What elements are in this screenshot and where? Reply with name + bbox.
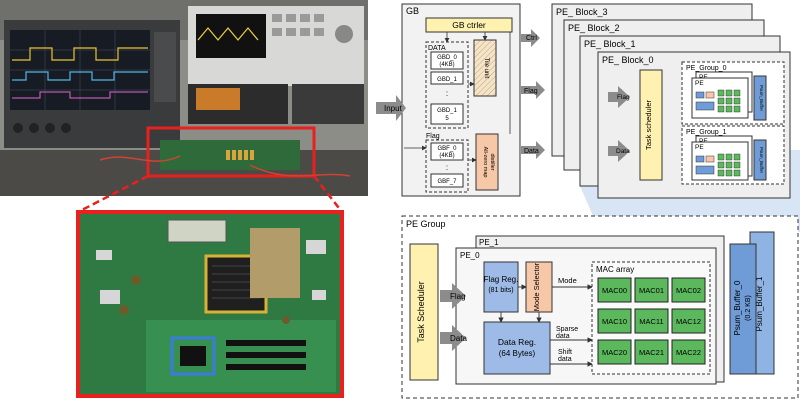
gb-ctrler-label: GB ctrler	[452, 20, 486, 30]
block-flag-label: Flag	[617, 94, 630, 101]
block-task-scheduler-label: Task scheduler	[644, 99, 653, 150]
ctrl-label: Ctrl	[526, 35, 537, 42]
architecture-diagram: GB GB ctrler DATA GBD_0 (4KB) GBD_1 : GB…	[376, 3, 800, 399]
gbd-data-label: DATA	[428, 45, 446, 52]
mac-grid: MAC00 MAC01 MAC02 MAC10 MAC11 MAC12 MAC20 MAC21…	[597, 277, 706, 365]
gbd15-label: GBD_1	[437, 108, 457, 114]
gbf-dots: :	[446, 163, 448, 172]
flag-reg-label: Flag Reg.	[484, 275, 519, 284]
flag-label: Flag	[524, 88, 538, 95]
shift-data-label-b: data	[558, 356, 572, 363]
pe-block-0-label: PE_ Block_0	[602, 55, 654, 65]
mac-cell-label: MAC10	[602, 317, 627, 326]
data-label: Data	[524, 148, 539, 155]
mac-cell-label: MAC11	[639, 317, 663, 326]
gbf7-label: GBF_7	[437, 179, 457, 185]
gbd0-label: GBD_0	[437, 55, 457, 61]
shift-data-label: Shift	[558, 349, 572, 356]
mode-selector-label: Mode Selector	[532, 262, 541, 311]
mac-cell-label: MAC12	[676, 317, 701, 326]
pe-group-0-pe-label: PE	[695, 80, 704, 87]
gbd-dots: :	[446, 89, 448, 98]
pe-block-2-label: PE_ Block_2	[568, 23, 620, 33]
input-label: Input	[384, 104, 403, 113]
sparse-data-label-b: data	[556, 333, 570, 340]
gb-title: GB	[406, 6, 419, 16]
detail-flag-label: Flag	[450, 292, 466, 301]
gbd0-size: (4KB)	[439, 62, 454, 68]
pe-block-3-label: PE_ Block_3	[556, 7, 608, 17]
pe0-label: PE_0	[460, 251, 480, 260]
gbf-flag-label: Flag	[426, 133, 440, 140]
flag-reg-size: (81 bits)	[488, 287, 513, 294]
detail-data-label: Data	[450, 334, 467, 343]
block-data-label: Data	[616, 148, 630, 155]
pe-group-1-pe-label: PE	[695, 144, 704, 151]
zero-map-label: All-zero map	[482, 147, 488, 178]
zero-map-label-b: distiller	[489, 153, 495, 170]
mac-cell-label: MAC22	[676, 348, 701, 357]
pe-block-1-label: PE_ Block_1	[584, 39, 636, 49]
data-reg-label: Data Reg.	[498, 337, 536, 347]
mac-cell-label: MAC00	[602, 286, 627, 295]
mac-cell-label: MAC01	[639, 286, 664, 295]
gbf0-label: GBF_0	[437, 146, 457, 152]
sparse-data-label: Sparse	[556, 326, 578, 333]
tile-unit-label: Tile unit	[483, 58, 489, 79]
gbf0-size: (4KB)	[439, 153, 454, 159]
task-scheduler-label: Task Scheduler	[416, 281, 426, 343]
pe-group-0-psum: Psum_Buffer	[759, 85, 764, 111]
mac-cell-label: MAC02	[676, 286, 701, 295]
pe-group-0-label: PE_Group_0	[686, 65, 727, 72]
gbd1-label: GBD_1	[437, 77, 457, 83]
psum-buffer-0-label: Psum_Buffer_0	[733, 280, 742, 336]
mac-cell-label: MAC21	[639, 348, 664, 357]
pe1-label: PE_1	[479, 238, 499, 247]
mode-label: Mode	[558, 276, 577, 285]
pe-group-1-label: PE_Group_1	[686, 129, 727, 136]
mac-cell-label: MAC20	[602, 348, 627, 357]
gb-block	[401, 3, 521, 197]
pe-group-title: PE Group	[406, 219, 446, 229]
psum-buffer-0-size: (0.2 KB)	[745, 295, 752, 321]
mac-array-label: MAC array	[596, 265, 634, 274]
data-reg-size: (64 Bytes)	[499, 349, 536, 358]
pe-group-1-psum: Psum_Buffer	[759, 147, 764, 173]
data-reg-box	[483, 321, 551, 375]
